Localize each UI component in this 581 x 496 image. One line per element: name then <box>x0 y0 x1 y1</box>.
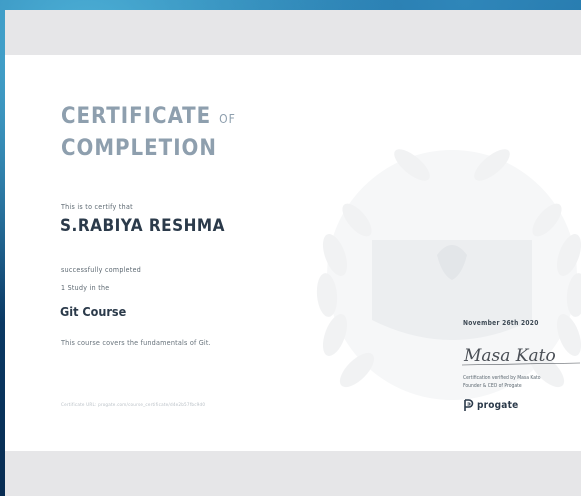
certificate-sheet: CERTIFICATE OF COMPLETION This is to cer… <box>5 55 581 451</box>
signature-text: Masa Kato <box>463 346 556 366</box>
course-name: Git Course <box>60 304 127 319</box>
laurel-emblem-watermark <box>316 149 581 400</box>
certify-intro: This is to certify that <box>61 203 133 211</box>
course-description: This course covers the fundamentals of G… <box>61 338 211 347</box>
title-word-of: OF <box>219 112 236 126</box>
verified-by: Certification verified by Masa Kato Foun… <box>463 374 541 390</box>
title-word-certificate: CERTIFICATE <box>61 104 212 129</box>
study-suffix: in the <box>89 284 110 292</box>
progate-logo: progate <box>463 397 518 413</box>
recipient-name: S.RABIYA RESHMA <box>60 216 225 236</box>
completed-label: successfully completed <box>61 266 142 274</box>
certificate-title: CERTIFICATE OF COMPLETION <box>61 102 236 164</box>
certificate-url: Certificate URL: progate.com/course_cert… <box>61 403 206 408</box>
signature: Masa Kato <box>461 346 581 366</box>
brand-name: progate <box>477 399 519 411</box>
verified-line-1: Certification verified by Masa Kato <box>463 375 541 381</box>
progate-icon <box>464 399 474 411</box>
verified-line-2: Founder & CEO of Progate <box>463 383 522 389</box>
issue-date: November 26th 2020 <box>463 319 539 327</box>
title-word-completion: COMPLETION <box>61 136 217 161</box>
study-count-line: 1 Study in the <box>61 284 110 292</box>
study-count: 1 Study <box>61 284 88 292</box>
